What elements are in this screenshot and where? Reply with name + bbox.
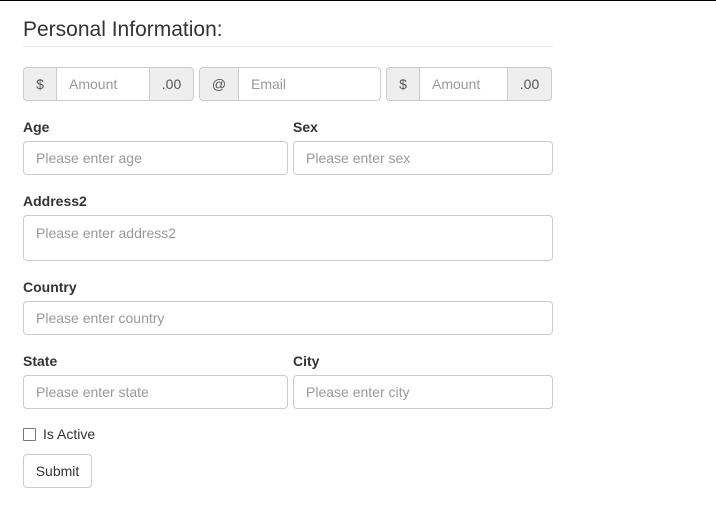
country-input[interactable]: Please enter country — [23, 301, 553, 335]
is-active-label[interactable]: Is Active — [43, 426, 95, 442]
cents-suffix-addon: .00 — [150, 67, 194, 101]
email-input-group: @ Email — [199, 67, 381, 101]
amount-input-group-1: $ Amount .00 — [23, 67, 194, 101]
age-input[interactable]: Please enter age — [23, 141, 288, 175]
amount-input-2[interactable]: Amount — [419, 67, 508, 101]
address2-textarea[interactable]: Please enter address2 — [23, 215, 553, 261]
amount-input-1[interactable]: Amount — [56, 67, 150, 101]
is-active-row: Is Active — [23, 425, 95, 443]
city-input[interactable]: Please enter city — [293, 375, 553, 409]
submit-button[interactable]: Submit — [23, 454, 92, 488]
form-legend: Personal Information: — [23, 18, 553, 47]
age-label: Age — [23, 119, 50, 135]
cents-suffix-addon-2: .00 — [508, 67, 552, 101]
dollar-prefix-addon-2: $ — [386, 67, 419, 101]
country-label: Country — [23, 279, 77, 295]
amount-input-group-2: $ Amount .00 — [386, 67, 552, 101]
is-active-checkbox[interactable] — [23, 427, 36, 441]
email-input[interactable]: Email — [238, 67, 381, 101]
address2-label: Address2 — [23, 193, 87, 209]
sex-label: Sex — [293, 119, 318, 135]
at-sign-prefix-addon: @ — [199, 67, 238, 101]
sex-input[interactable]: Please enter sex — [293, 141, 553, 175]
state-input[interactable]: Please enter state — [23, 375, 288, 409]
city-label: City — [293, 353, 320, 369]
dollar-prefix-addon: $ — [23, 67, 56, 101]
state-label: State — [23, 353, 58, 369]
